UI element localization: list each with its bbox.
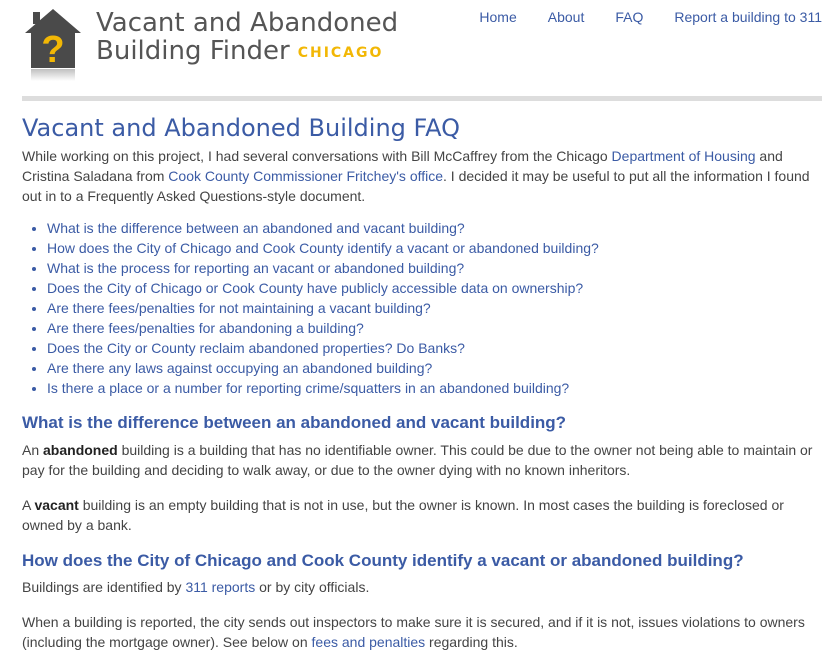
toc-link-laws-occupying[interactable]: Are there any laws against occupying an … [47,360,432,376]
commissioner-fritchey-link[interactable]: Cook County Commissioner Fritchey's offi… [168,168,443,184]
toc-item: Does the City or County reclaim abandone… [47,338,822,358]
faq-answer-identified: Buildings are identified by 311 reports … [22,577,822,597]
header-divider [22,96,822,101]
toc-link-ownership-data[interactable]: Does the City of Chicago or Cook County … [47,280,583,296]
nav-about-link[interactable]: About [548,9,585,25]
answer-text: regarding this. [425,634,518,650]
311-reports-link[interactable]: 311 reports [185,579,255,595]
faq-answer-inspection: When a building is reported, the city se… [22,612,822,652]
toc-item: What is the difference between an abando… [47,218,822,238]
faq-table-of-contents: What is the difference between an abando… [22,218,822,398]
intro-text-1: While working on this project, I had sev… [22,148,612,164]
toc-item: Is there a place or a number for reporti… [47,378,822,398]
toc-item: Are there fees/penalties for not maintai… [47,298,822,318]
nav-home-link[interactable]: Home [479,9,516,25]
fees-and-penalties-link[interactable]: fees and penalties [312,634,426,650]
faq-answer-vacant: A vacant building is an empty building t… [22,495,822,535]
toc-item: Are there fees/penalties for abandoning … [47,318,822,338]
site-title-city: CHICAGO [297,45,384,61]
answer-text: Buildings are identified by [22,579,186,595]
answer-text: or by city officials. [255,579,370,595]
main-content: Vacant and Abandoned Building FAQ While … [22,114,822,652]
department-of-housing-link[interactable]: Department of Housing [612,148,756,164]
toc-link-reclaim[interactable]: Does the City or County reclaim abandone… [47,340,465,356]
intro-paragraph: While working on this project, I had sev… [22,146,822,206]
toc-link-difference[interactable]: What is the difference between an abando… [47,220,465,236]
logo-question-mark: ? [41,29,64,71]
toc-link-fees-abandoning[interactable]: Are there fees/penalties for abandoning … [47,320,364,336]
faq-heading-identify: How does the City of Chicago and Cook Co… [22,551,744,570]
faq-answer-abandoned: An abandoned building is a building that… [22,440,822,480]
toc-item: Does the City of Chicago or Cook County … [47,278,822,298]
toc-link-fees-maintaining[interactable]: Are there fees/penalties for not maintai… [47,300,431,316]
answer-bold-term: vacant [34,497,79,513]
site-title[interactable]: Vacant and Abandoned Building Finder CHIC… [96,9,398,67]
site-title-line2: Building Finder CHICAGO [96,37,398,67]
answer-text: building is a building that has no ident… [22,442,813,478]
answer-bold-term: abandoned [43,442,118,458]
faq-heading-difference: What is the difference between an abando… [22,413,567,432]
toc-item: Are there any laws against occupying an … [47,358,822,378]
toc-link-reporting-crime[interactable]: Is there a place or a number for reporti… [47,380,569,396]
site-title-line2-text: Building Finder [96,36,290,66]
answer-text: A [22,497,35,513]
nav-faq-link[interactable]: FAQ [615,9,643,25]
toc-item: How does the City of Chicago and Cook Co… [47,238,822,258]
site-header: ? Vacant and Abandoned Building Finder CH… [0,0,840,96]
page-title: Vacant and Abandoned Building FAQ [22,114,460,142]
answer-text: An [22,442,44,458]
site-title-line1: Vacant and Abandoned [96,8,399,38]
house-question-logo-icon[interactable]: ? [24,8,82,82]
toc-link-reporting-process[interactable]: What is the process for reporting an vac… [47,260,464,276]
toc-item: What is the process for reporting an vac… [47,258,822,278]
answer-text: building is an empty building that is no… [22,497,784,533]
main-nav: Home About FAQ Report a building to 311 [448,9,822,25]
nav-report-311-link[interactable]: Report a building to 311 [674,9,822,25]
toc-link-identify[interactable]: How does the City of Chicago and Cook Co… [47,240,599,256]
